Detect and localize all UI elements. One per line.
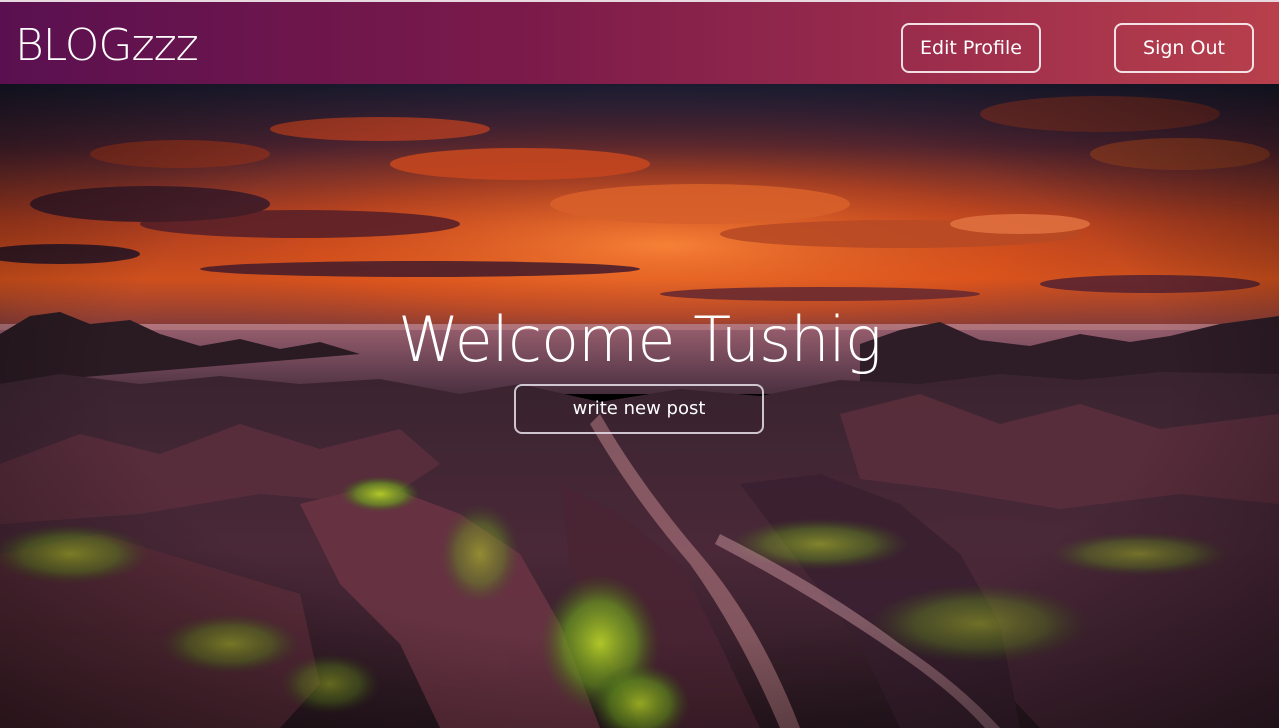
brand-logo[interactable]: BLOGzzz <box>15 20 199 72</box>
edit-profile-button[interactable]: Edit Profile <box>901 23 1041 73</box>
welcome-heading: Welcome Tushig <box>397 303 882 376</box>
page: BLOGzzz Edit Profile Sign Out Welcome Tu… <box>0 0 1279 728</box>
hero-content: Welcome Tushig write new post <box>0 84 1279 728</box>
sign-out-button[interactable]: Sign Out <box>1114 23 1254 73</box>
write-new-post-button[interactable]: write new post <box>514 384 764 434</box>
navbar: BLOGzzz Edit Profile Sign Out <box>0 0 1279 84</box>
